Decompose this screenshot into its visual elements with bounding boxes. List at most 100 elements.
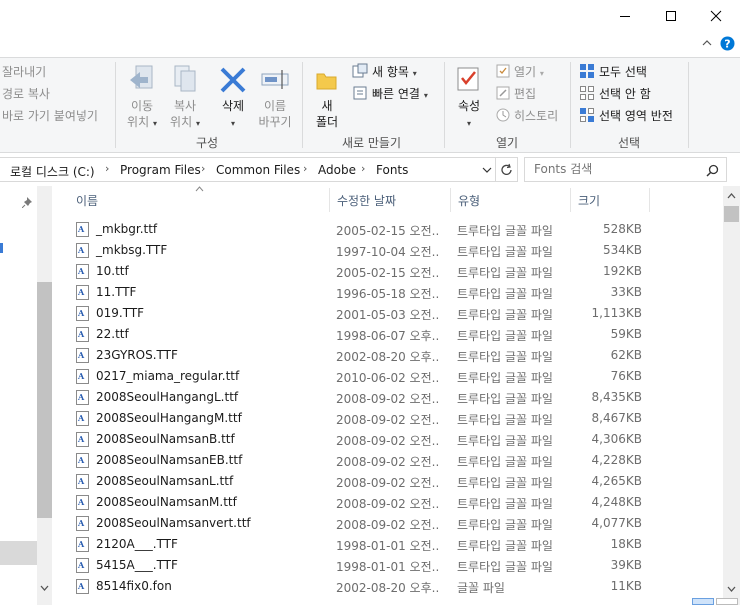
file-name: _mkbgr.ttf xyxy=(96,222,158,236)
file-size: 33KB xyxy=(610,285,642,299)
column-header-type[interactable]: 유형 xyxy=(451,186,570,214)
paste-shortcut-button[interactable]: 바로 가기 붙여넣기 xyxy=(2,107,98,124)
maximize-button[interactable] xyxy=(648,0,694,31)
file-list-scrollbar-thumb[interactable] xyxy=(724,206,739,222)
column-header-date[interactable]: 수정한 날짜 xyxy=(330,186,450,214)
file-date: 2002-08-20 오후... xyxy=(336,350,440,364)
title-bar xyxy=(0,0,740,31)
separator xyxy=(444,62,445,148)
nav-scrollbar-thumb[interactable] xyxy=(37,282,52,518)
details-view-button[interactable] xyxy=(692,598,714,605)
table-row[interactable]: A 23GYROS.TTF 2002-08-20 오후... 트루타입 글꼴 파일 62… xyxy=(56,345,721,366)
breadcrumb-separator-icon[interactable]: › xyxy=(303,162,307,175)
file-type: 트루타입 글꼴 파일 xyxy=(457,497,553,511)
file-type: 트루타입 글꼴 파일 xyxy=(457,413,553,427)
open-group-label: 열기 xyxy=(496,136,519,150)
breadcrumb-fonts[interactable]: Fonts xyxy=(376,163,408,177)
file-size: 4,228KB xyxy=(591,453,642,467)
file-name: 2008SeoulNamsanvert.ttf xyxy=(96,516,251,530)
help-icon[interactable]: ? xyxy=(720,36,735,51)
table-row[interactable]: A 10.ttf 2005-02-15 오전... 트루타입 글꼴 파일 192KB xyxy=(56,261,721,282)
table-row[interactable]: A 2008SeoulNamsanL.ttf 2008-09-02 오전... 트루타… xyxy=(56,471,721,492)
table-row[interactable]: A 2008SeoulNamsanB.ttf 2008-09-02 오전... 트루타… xyxy=(56,429,721,450)
font-file-icon: A xyxy=(76,306,89,321)
chevron-up-icon[interactable] xyxy=(702,39,712,47)
table-row[interactable]: A 2008SeoulNamsanM.ttf 2008-09-02 오전... 트루타… xyxy=(56,492,721,513)
file-date: 2001-05-03 오전... xyxy=(336,308,440,322)
file-name: 019.TTF xyxy=(96,306,145,320)
file-size: 59KB xyxy=(610,327,642,341)
file-date: 2005-02-15 오전... xyxy=(336,266,440,280)
file-date: 1996-05-18 오전... xyxy=(336,287,440,301)
table-row[interactable]: A 2008SeoulHangangM.ttf 2008-09-02 오전... 트루… xyxy=(56,408,721,429)
column-header-size[interactable]: 크기 xyxy=(571,186,649,214)
breadcrumb-common-files[interactable]: Common Files xyxy=(216,163,300,177)
file-size: 8,467KB xyxy=(591,411,642,425)
close-button[interactable] xyxy=(693,0,739,31)
chevron-down-icon[interactable] xyxy=(482,167,492,174)
table-row[interactable]: A 11.TTF 1996-05-18 오전... 트루타입 글꼴 파일 33KB xyxy=(56,282,721,303)
font-file-icon: A xyxy=(76,264,89,279)
table-row[interactable]: A 8514fix0.fon 2002-08-20 오후... 글꼴 파일 11KB xyxy=(56,576,721,597)
breadcrumb[interactable]: 로컬 디스크 (C:) › Program Files › Common Fil… xyxy=(0,157,496,182)
breadcrumb-separator-icon[interactable]: › xyxy=(361,162,365,175)
file-size: 62KB xyxy=(610,348,642,362)
table-row[interactable]: A 2008SeoulNamsanEB.ttf 2008-09-02 오전... 트루… xyxy=(56,450,721,471)
nav-scrollbar[interactable] xyxy=(37,186,52,605)
file-date: 1998-01-01 오전... xyxy=(336,539,440,553)
table-row[interactable]: A 2008SeoulNamsanvert.ttf 2008-09-02 오전...… xyxy=(56,513,721,534)
table-row[interactable]: A 019.TTF 2001-05-03 오전... 트루타입 글꼴 파일 1,113K… xyxy=(56,303,721,324)
file-type: 트루타입 글꼴 파일 xyxy=(457,350,553,364)
file-list-scrollbar[interactable] xyxy=(723,186,740,605)
file-name: 2008SeoulHangangL.ttf xyxy=(96,390,239,404)
file-size: 534KB xyxy=(602,243,642,257)
nav-item-selected[interactable] xyxy=(0,541,37,565)
file-type: 트루타입 글꼴 파일 xyxy=(457,245,553,259)
rename-icon xyxy=(261,70,289,89)
new-folder-icon xyxy=(316,73,337,90)
search-input[interactable] xyxy=(534,162,694,176)
table-row[interactable]: A 2120A___.TTF 1998-01-01 오전... 트루타입 글꼴 파일 1… xyxy=(56,534,721,555)
breadcrumb-separator-icon[interactable]: › xyxy=(105,162,109,175)
breadcrumb-adobe[interactable]: Adobe xyxy=(318,163,356,177)
file-name: 2008SeoulNamsanL.ttf xyxy=(96,474,234,488)
table-row[interactable]: A _mkbgr.ttf 2005-02-15 오전... 트루타입 글꼴 파일 528… xyxy=(56,219,721,240)
font-file-icon: A xyxy=(76,411,89,426)
chevron-up-icon[interactable] xyxy=(727,192,736,199)
cut-button[interactable]: 잘라내기 xyxy=(2,63,46,80)
chevron-down-icon[interactable] xyxy=(727,586,736,593)
search-box[interactable] xyxy=(524,157,727,182)
file-size: 192KB xyxy=(602,264,642,278)
breadcrumb-program-files[interactable]: Program Files xyxy=(120,163,201,177)
chevron-down-icon[interactable] xyxy=(40,585,49,592)
pin-icon[interactable] xyxy=(22,196,34,208)
tiles-view-button[interactable] xyxy=(716,598,738,605)
file-date: 2008-09-02 오전... xyxy=(336,392,440,406)
column-header-name[interactable]: 이름 xyxy=(69,186,329,214)
file-type: 트루타입 글꼴 파일 xyxy=(457,224,553,238)
breadcrumb-local-disk[interactable]: 로컬 디스크 (C:) xyxy=(10,163,95,180)
file-date: 2010-06-02 오전... xyxy=(336,371,440,385)
file-name: 22.ttf xyxy=(96,327,129,341)
file-size: 8,435KB xyxy=(591,390,642,404)
refresh-button[interactable] xyxy=(496,157,518,182)
table-row[interactable]: A 22.ttf 1998-06-07 오후... 트루타입 글꼴 파일 59KB xyxy=(56,324,721,345)
easy-access-icon xyxy=(353,86,367,100)
breadcrumb-separator-icon[interactable]: › xyxy=(201,162,205,175)
table-row[interactable]: A 2008SeoulHangangL.ttf 2008-09-02 오전... 트루… xyxy=(56,387,721,408)
font-file-icon: A xyxy=(76,348,89,363)
refresh-icon xyxy=(501,163,512,175)
search-icon[interactable] xyxy=(706,164,719,177)
file-type: 글꼴 파일 xyxy=(457,581,505,595)
table-row[interactable]: A _mkbsg.TTF 1997-10-04 오전... 트루타입 글꼴 파일 534… xyxy=(56,240,721,261)
minimize-button[interactable] xyxy=(602,0,648,31)
copy-path-button[interactable]: 경로 복사 xyxy=(2,85,50,102)
ribbon: 잘라내기 경로 복사 바로 가기 붙여넣기 이동 위치 ▾ 복사 위치 ▾ 삭제 ▾ … xyxy=(0,57,740,153)
copy-to-icon xyxy=(174,65,196,92)
table-row[interactable]: A 5415A___.TTF 1998-01-01 오전... 트루타입 글꼴 파일 3… xyxy=(56,555,721,576)
properties-icon xyxy=(457,67,479,91)
file-size: 76KB xyxy=(610,369,642,383)
table-row[interactable]: A 0217_miama_regular.ttf 2010-06-02 오전... 트… xyxy=(56,366,721,387)
file-size: 11KB xyxy=(610,579,642,593)
column-divider[interactable] xyxy=(649,188,650,212)
